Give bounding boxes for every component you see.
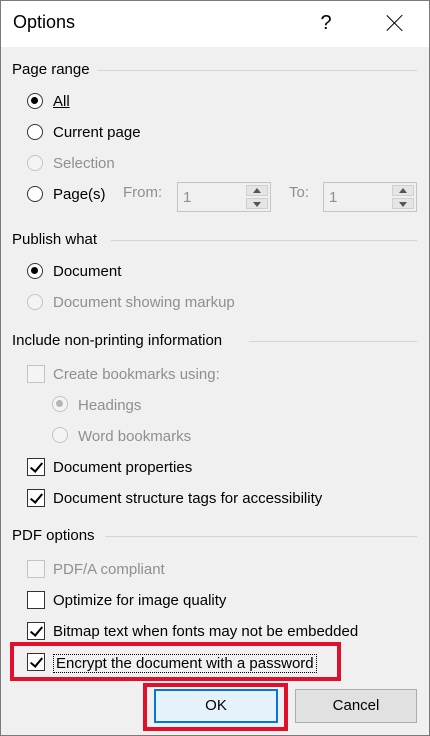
pdfa-label: PDF/A compliant — [53, 561, 165, 578]
document-radio[interactable] — [27, 263, 43, 279]
pages-label[interactable]: Page(s) — [53, 186, 106, 203]
pages-radio[interactable] — [27, 186, 43, 202]
optimize-label[interactable]: Optimize for image quality — [53, 592, 226, 609]
from-spinner: 1 — [177, 182, 271, 212]
separator — [97, 70, 417, 71]
separator — [111, 240, 417, 241]
separator — [105, 536, 417, 537]
separator — [249, 341, 417, 342]
pdf-options-heading: PDF options — [12, 527, 95, 544]
selection-radio — [27, 155, 43, 171]
structure-tags-checkbox[interactable] — [27, 489, 45, 507]
create-bookmarks-checkbox — [27, 365, 45, 383]
all-label[interactable]: All — [53, 93, 70, 110]
spin-up-icon — [246, 185, 268, 196]
encrypt-highlight — [10, 642, 341, 681]
spin-down-icon — [246, 198, 268, 209]
document-markup-label: Document showing markup — [53, 294, 235, 311]
structure-tags-label[interactable]: Document structure tags for accessibilit… — [53, 490, 322, 507]
selection-label: Selection — [53, 155, 115, 172]
doc-properties-label[interactable]: Document properties — [53, 459, 192, 476]
title-bar: Options ? — [1, 1, 429, 47]
document-markup-radio — [27, 294, 43, 310]
bitmap-label[interactable]: Bitmap text when fonts may not be embedd… — [53, 623, 358, 640]
current-page-label[interactable]: Current page — [53, 124, 141, 141]
spin-down-icon — [392, 198, 414, 209]
to-label: To: — [289, 184, 310, 201]
from-label: From: — [123, 184, 163, 201]
ok-highlight — [143, 683, 288, 731]
headings-radio — [52, 396, 68, 412]
non-printing-heading: Include non-printing information — [12, 332, 223, 349]
pdfa-checkbox — [27, 560, 45, 578]
word-bookmarks-radio — [52, 427, 68, 443]
spin-up-icon — [392, 185, 414, 196]
options-dialog: Options ? Page range All Current page Se… — [0, 0, 430, 736]
headings-label: Headings — [78, 397, 142, 414]
optimize-checkbox[interactable] — [27, 591, 45, 609]
word-bookmarks-label: Word bookmarks — [78, 428, 192, 445]
close-icon[interactable] — [379, 7, 411, 39]
document-label[interactable]: Document — [53, 263, 121, 280]
cancel-button[interactable]: Cancel — [295, 689, 417, 723]
all-radio[interactable] — [27, 93, 43, 109]
to-value: 1 — [329, 189, 338, 206]
publish-what-heading: Publish what — [12, 231, 98, 248]
create-bookmarks-label: Create bookmarks using: — [53, 366, 220, 383]
help-button[interactable]: ? — [313, 9, 339, 37]
bitmap-checkbox[interactable] — [27, 622, 45, 640]
to-spinner: 1 — [323, 182, 417, 212]
from-value: 1 — [183, 189, 192, 206]
page-range-heading: Page range — [12, 61, 90, 78]
dialog-title: Options — [13, 12, 76, 32]
doc-properties-checkbox[interactable] — [27, 458, 45, 476]
current-page-radio[interactable] — [27, 124, 43, 140]
